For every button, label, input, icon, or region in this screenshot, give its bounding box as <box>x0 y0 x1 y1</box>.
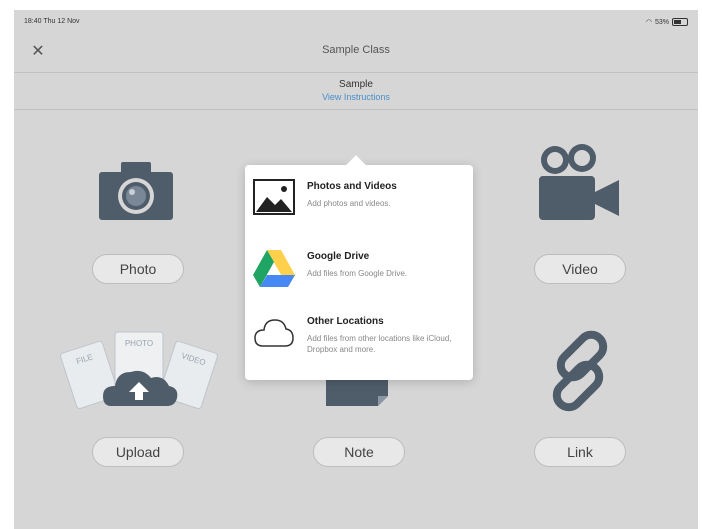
battery-percent: 53% <box>654 18 669 26</box>
link-label: Link <box>567 444 593 460</box>
option-google-drive[interactable]: Google Drive Add files from Google Drive… <box>245 241 473 305</box>
status-right: ◠ 53% <box>646 18 688 26</box>
photo-button[interactable]: Photo <box>92 254 184 284</box>
view-instructions-link[interactable]: View Instructions <box>14 92 698 102</box>
option-other-locations[interactable]: Other Locations Add files from other loc… <box>245 306 473 370</box>
status-bar: 18:40 Thu 12 Nov ◠ 53% <box>14 10 698 32</box>
option-description: Add files from other locations like iClo… <box>307 334 452 354</box>
app-screen: 18:40 Thu 12 Nov ◠ 53% ✕ Sample Class Sa… <box>14 10 698 529</box>
google-drive-icon <box>253 250 295 287</box>
navigation-bar: ✕ Sample Class <box>14 32 698 73</box>
link-button[interactable]: Link <box>534 437 626 467</box>
status-time: 18:40 Thu 12 Nov <box>24 18 80 25</box>
upload-icon[interactable]: FILE VIDEO PHOTO <box>59 328 219 416</box>
page-title: Sample Class <box>322 44 390 56</box>
option-description: Add files from Google Drive. <box>307 269 408 278</box>
option-title: Photos and Videos <box>307 181 397 192</box>
image-icon <box>253 179 295 215</box>
camera-icon[interactable] <box>97 160 175 222</box>
link-icon[interactable] <box>536 327 624 415</box>
assignment-header: Sample View Instructions <box>14 73 698 110</box>
photo-label: Photo <box>119 261 157 277</box>
upload-label: Upload <box>115 444 161 460</box>
option-title: Other Locations <box>307 316 384 327</box>
upload-button[interactable]: Upload <box>92 437 184 467</box>
video-label: Video <box>562 261 598 277</box>
note-label: Note <box>344 444 374 460</box>
battery-icon <box>672 18 688 26</box>
option-photos-and-videos[interactable]: Photos and Videos Add photos and videos. <box>245 171 473 235</box>
note-button[interactable]: Note <box>313 437 405 467</box>
option-description: Add photos and videos. <box>307 199 391 208</box>
option-title: Google Drive <box>307 251 370 262</box>
cloud-icon <box>254 319 294 347</box>
upload-photo-card-label: PHOTO <box>125 339 153 348</box>
upload-source-popover: Photos and Videos Add photos and videos.… <box>245 155 473 380</box>
video-camera-icon[interactable] <box>535 142 621 222</box>
wifi-icon: ◠ <box>645 19 652 26</box>
video-button[interactable]: Video <box>534 254 626 284</box>
assignment-title: Sample <box>339 79 373 90</box>
